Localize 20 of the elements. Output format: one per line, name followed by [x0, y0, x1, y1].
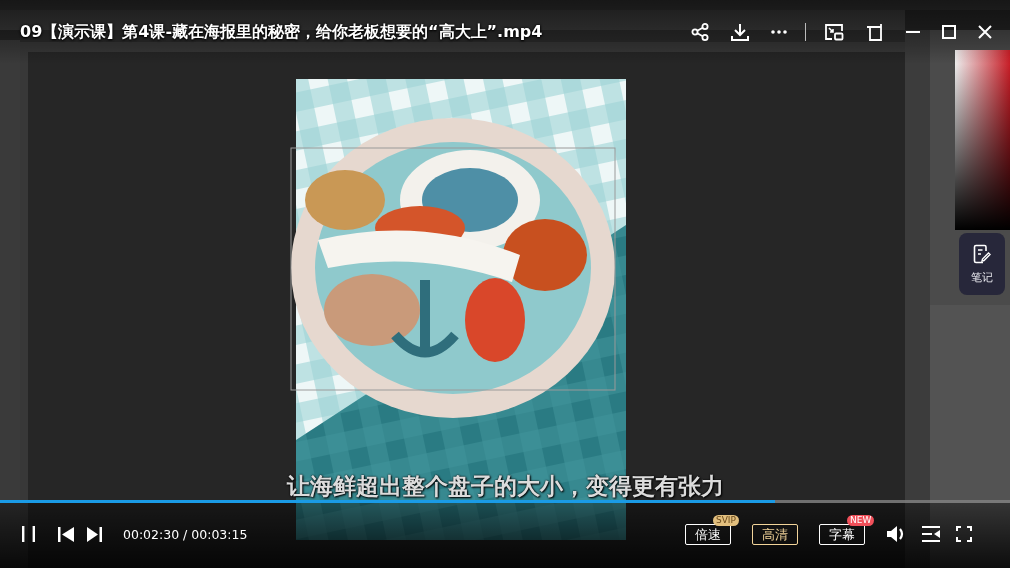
video-title: 09【演示课】第4课-藏在海报里的秘密，给你老板想要的“高大上”.mp4 [20, 21, 543, 43]
playlist-icon[interactable] [922, 526, 940, 542]
player-option-button[interactable]: 高清 [752, 523, 798, 545]
svip-badge: SVIP [713, 514, 739, 526]
maximize-icon[interactable] [942, 25, 956, 39]
picture-in-picture-icon[interactable] [824, 23, 844, 41]
share-icon[interactable] [691, 23, 709, 41]
window-icon[interactable] [866, 23, 884, 41]
new-badge: NEW [847, 514, 875, 526]
fullscreen-icon[interactable] [956, 526, 972, 542]
note-button[interactable]: 笔记 [959, 233, 1005, 295]
progress-track[interactable] [0, 500, 1010, 503]
note-pen-icon [973, 243, 991, 264]
playback-time: 00:02:30 / 00:03:15 [123, 526, 248, 542]
more-icon[interactable] [771, 30, 787, 34]
next-icon[interactable] [87, 526, 102, 542]
previous-icon[interactable] [58, 526, 74, 542]
close-icon[interactable] [978, 25, 992, 39]
pause-icon[interactable] [22, 526, 35, 542]
download-icon[interactable] [731, 23, 749, 41]
